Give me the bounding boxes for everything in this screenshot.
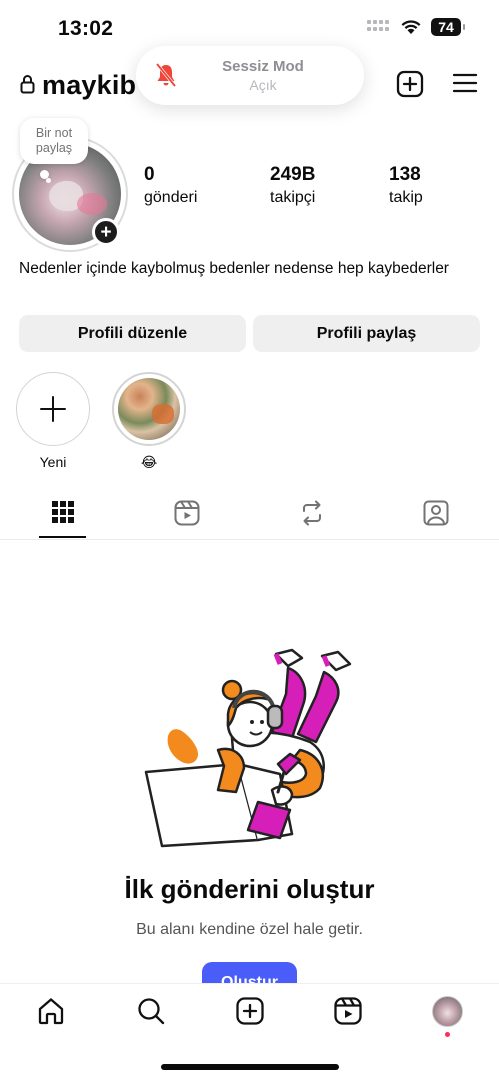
highlight-new-label: Yeni: [39, 454, 67, 470]
tagged-icon: [423, 500, 449, 526]
stat-posts-label: gönderi: [144, 189, 198, 206]
highlight-image: [118, 378, 180, 440]
stat-posts[interactable]: 0 gönderi: [144, 164, 197, 207]
reels-icon: [174, 500, 200, 526]
repost-icon: [303, 500, 321, 526]
stat-following-label: takip: [389, 189, 423, 206]
share-profile-button[interactable]: Profili paylaş: [253, 315, 480, 352]
active-tab-indicator: [39, 536, 86, 538]
nav-home[interactable]: [36, 996, 68, 1028]
username[interactable]: maykib: [42, 70, 136, 101]
stat-following-value: 138: [389, 164, 421, 185]
empty-state-title: İlk gönderini oluştur: [124, 874, 375, 904]
status-time: 13:02: [58, 17, 114, 40]
nav-create[interactable]: [235, 996, 267, 1028]
profile-avatar-small: [432, 996, 463, 1027]
silent-mode-state: Açık: [249, 77, 277, 93]
stat-followers[interactable]: 249B takipçi: [270, 164, 315, 207]
highlight-circle: [112, 372, 186, 446]
tab-tagged[interactable]: [412, 494, 460, 540]
stat-followers-value: 249B: [270, 164, 316, 185]
lock-icon: [20, 75, 35, 94]
home-indicator: [161, 1064, 339, 1070]
stat-posts-value: 0: [144, 164, 155, 185]
create-icon: [236, 997, 264, 1025]
edit-profile-button[interactable]: Profili düzenle: [19, 315, 246, 352]
highlight-label: 😂: [140, 454, 158, 470]
status-indicators: 74: [367, 18, 465, 36]
nav-search[interactable]: [136, 996, 168, 1028]
highlight-new[interactable]: Yeni: [15, 372, 91, 470]
add-square-icon[interactable]: [396, 70, 424, 98]
grid-icon: [52, 501, 74, 523]
stat-followers-label: takipçi: [270, 189, 316, 206]
reels-icon: [334, 997, 362, 1025]
add-story-plus-icon[interactable]: +: [92, 218, 120, 246]
tab-grid[interactable]: [39, 494, 87, 540]
nav-profile[interactable]: [432, 996, 464, 1037]
search-icon: [138, 998, 165, 1025]
empty-state-subtitle: Bu alanı kendine özel hale getir.: [136, 921, 363, 938]
tab-reposts[interactable]: [288, 494, 336, 540]
note-bubble-tail-small: [46, 178, 51, 183]
menu-icon[interactable]: [452, 72, 478, 94]
home-icon: [38, 998, 64, 1025]
plus-icon: [40, 396, 66, 422]
profile-tabs: [0, 494, 499, 540]
nav-reels[interactable]: [333, 996, 365, 1028]
cellular-signal-icon: [367, 20, 391, 34]
highlight-item[interactable]: 😂: [111, 372, 187, 471]
silent-mode-toast: Sessiz Mod Açık: [136, 46, 364, 105]
notification-dot: [445, 1032, 450, 1037]
battery-icon: 74: [431, 18, 465, 36]
note-bubble[interactable]: Bir not paylaş: [20, 118, 88, 164]
stat-following[interactable]: 138 takip: [389, 164, 423, 207]
tab-reels[interactable]: [163, 494, 211, 540]
empty-state-illustration: [144, 648, 352, 848]
silent-mode-title: Sessiz Mod: [222, 58, 304, 75]
highlight-new-circle: [16, 372, 90, 446]
wifi-icon: [401, 20, 421, 34]
profile-bio: Nedenler içinde kaybolmuş bedenler neden…: [19, 260, 449, 277]
